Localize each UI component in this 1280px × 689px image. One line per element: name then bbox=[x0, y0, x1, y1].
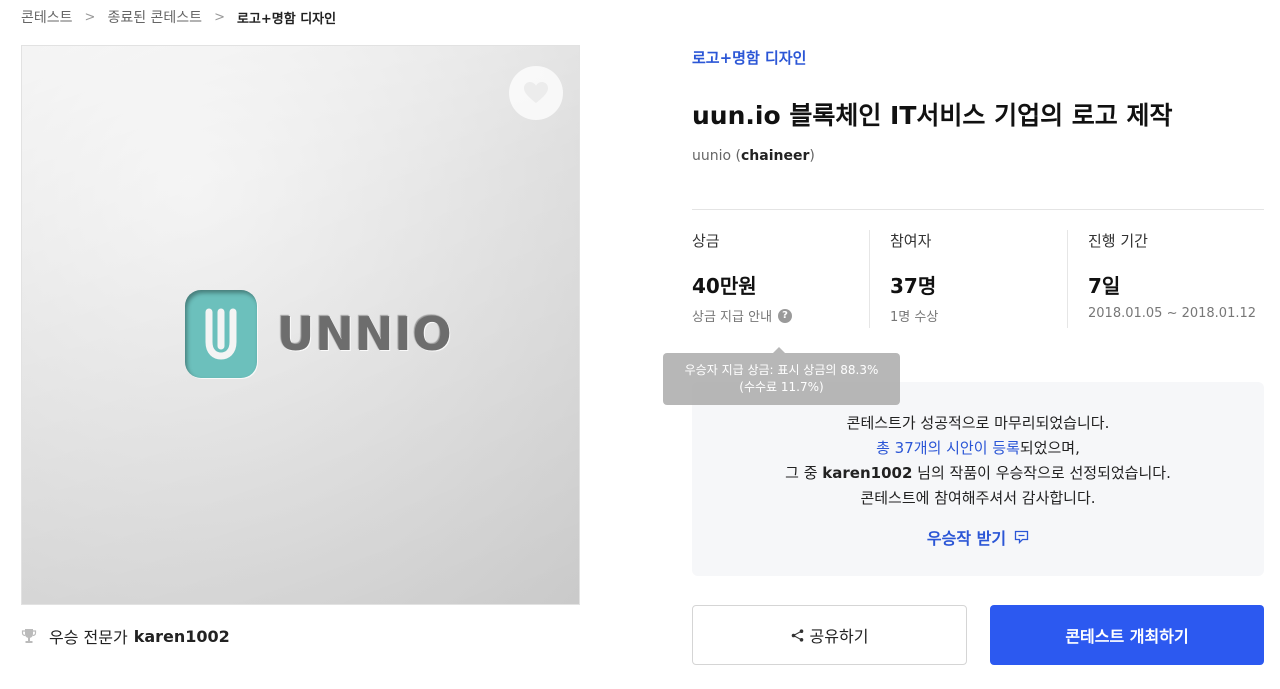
tooltip-arrow bbox=[773, 347, 785, 353]
prize-payment-info[interactable]: 상금 지급 안내 ? bbox=[692, 306, 872, 325]
notice-line-2-rest: 되었으며, bbox=[1019, 439, 1080, 457]
chevron-right-icon: > bbox=[214, 9, 225, 25]
unnio-logo: UNNIO bbox=[185, 290, 453, 378]
chevron-right-icon: > bbox=[84, 9, 96, 25]
stat-prize-label: 상금 bbox=[692, 232, 720, 250]
breadcrumb-item-ended-contest[interactable]: 종료된 콘테스트 bbox=[107, 7, 202, 27]
notice-line-3-pre: 그 중 bbox=[785, 464, 823, 482]
stat-participants: 참여자 37명 1명 수상 bbox=[890, 230, 1070, 325]
breadcrumb-item-contest[interactable]: 콘테스트 bbox=[21, 7, 73, 27]
stat-period: 진행 기간 7일 2018.01.05 ~ 2018.01.12 bbox=[1088, 230, 1268, 321]
unnio-logo-mark bbox=[185, 290, 257, 378]
trophy-icon bbox=[21, 629, 37, 643]
host-id[interactable]: chaineer bbox=[741, 148, 809, 164]
stat-period-value: 7일 bbox=[1088, 274, 1121, 298]
tooltip-line-1: 우승자 지급 상금: 표시 상금의 88.3% bbox=[684, 363, 879, 377]
favorite-button[interactable] bbox=[509, 66, 563, 120]
receive-winning-work-label: 우승작 받기 bbox=[926, 529, 1007, 548]
notice-line-1: 콘테스트가 성공적으로 마무리되었습니다. bbox=[846, 414, 1110, 432]
stat-participants-value: 37명 bbox=[890, 274, 937, 298]
notice-line-3-post: 님의 작품이 우승작으로 선정되었습니다. bbox=[912, 464, 1171, 482]
submission-count-link[interactable]: 총 37개의 시안이 등록 bbox=[876, 439, 1020, 457]
tooltip-line-2: (수수료 11.7%) bbox=[739, 380, 824, 394]
receive-winning-work-button[interactable]: 우승작 받기 bbox=[927, 525, 1029, 549]
stat-divider bbox=[1067, 230, 1068, 328]
share-button-label: 공유하기 bbox=[809, 627, 869, 646]
share-button[interactable]: 공유하기 bbox=[692, 605, 967, 665]
notice-line-3: 그 중 karen1002 님의 작품이 우승작으로 선정되었습니다. bbox=[692, 461, 1264, 486]
winner-expert: 우승 전문가 karen1002 bbox=[21, 624, 230, 648]
contest-result-notice: 콘테스트가 성공적으로 마무리되었습니다. 총 37개의 시안이 등록되었으며,… bbox=[692, 382, 1264, 576]
contest-category[interactable]: 로고+명함 디자인 bbox=[692, 47, 806, 68]
host-contest-button[interactable]: 콘테스트 개최하기 bbox=[990, 605, 1264, 665]
breadcrumb: 콘테스트 > 종료된 콘테스트 > 로고+명함 디자인 bbox=[21, 6, 336, 28]
winner-name[interactable]: karen1002 bbox=[134, 627, 230, 646]
message-icon bbox=[1014, 530, 1029, 544]
heart-icon bbox=[524, 82, 548, 103]
stat-prize: 상금 40만원 상금 지급 안내 ? bbox=[692, 230, 872, 325]
notice-line-2: 총 37개의 시안이 등록되었으며, bbox=[692, 436, 1264, 461]
share-icon bbox=[791, 628, 803, 642]
unnio-logo-text: UNNIO bbox=[277, 307, 453, 361]
prize-payment-info-label: 상금 지급 안내 bbox=[692, 310, 773, 325]
notice-winner-name: karen1002 bbox=[822, 464, 913, 482]
logo-symbol-icon bbox=[205, 308, 237, 360]
host-name: uunio bbox=[692, 148, 732, 164]
stat-period-dates: 2018.01.05 ~ 2018.01.12 bbox=[1088, 306, 1257, 321]
contest-title: uun.io 블록체인 IT서비스 기업의 로고 제작 bbox=[692, 101, 1173, 130]
prize-tooltip: 우승자 지급 상금: 표시 상금의 88.3% (수수료 11.7%) bbox=[663, 347, 900, 405]
stat-prize-value: 40만원 bbox=[692, 274, 757, 298]
breadcrumb-current: 로고+명함 디자인 bbox=[236, 11, 337, 27]
stat-period-label: 진행 기간 bbox=[1088, 232, 1148, 250]
contest-host: uunio (chaineer) bbox=[692, 148, 815, 164]
stat-participants-sub: 1명 수상 bbox=[890, 310, 939, 325]
help-icon[interactable]: ? bbox=[778, 308, 793, 323]
stat-divider bbox=[869, 230, 870, 328]
host-paren-close: ) bbox=[809, 148, 815, 164]
contest-hero-image[interactable]: UNNIO bbox=[21, 45, 580, 605]
notice-line-4: 콘테스트에 참여해주셔서 감사합니다. bbox=[860, 489, 1096, 507]
divider bbox=[692, 209, 1264, 210]
stat-participants-label: 참여자 bbox=[890, 232, 932, 250]
winner-label: 우승 전문가 bbox=[49, 628, 128, 647]
